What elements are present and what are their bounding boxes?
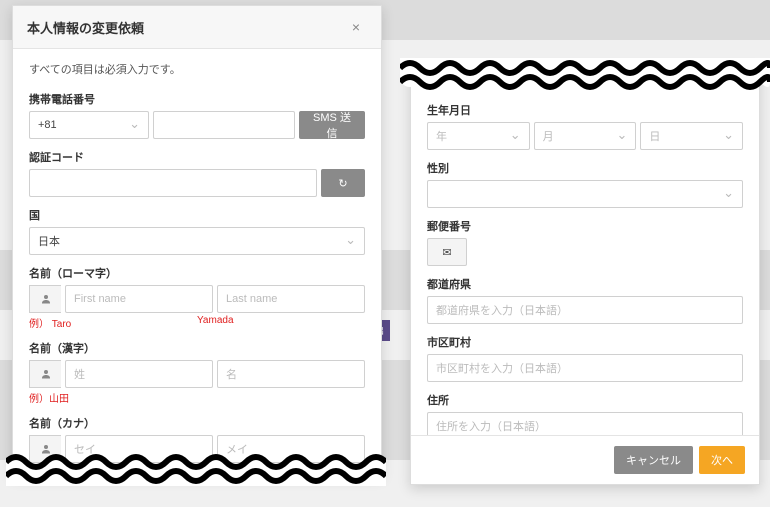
personal-info-modal-top: 本人情報の変更依頼 × すべての項目は必須入力です。 携帯電話番号 +81 SM… [12,5,382,475]
wave-decoration [400,58,770,92]
wave-decoration [6,452,386,486]
postal-mail-button[interactable]: ✉ [427,238,467,266]
name-kanji-label: 名前（漢字） [29,340,365,356]
modal-title: 本人情報の変更依頼 [27,18,144,37]
prefecture-label: 都道府県 [427,276,743,292]
next-button[interactable]: 次へ [699,446,745,474]
dob-day-select[interactable]: 日 [640,122,743,150]
person-icon [29,360,61,388]
dob-month-select[interactable]: 月 [534,122,637,150]
cancel-button[interactable]: キャンセル [614,446,693,474]
close-icon: × [352,19,360,35]
prefecture-input[interactable]: 都道府県を入力（日本語） [427,296,743,324]
name-kana-label: 名前（カナ） [29,415,365,431]
dial-code-select[interactable]: +81 [29,111,149,139]
code-input[interactable] [29,169,317,197]
first-name-kanji-input[interactable]: 名 [217,360,365,388]
country-select[interactable]: 日本 [29,227,365,255]
address-label: 住所 [427,392,743,408]
sms-send-button[interactable]: SMS 送信 [299,111,365,139]
postal-label: 郵便番号 [427,218,743,234]
gender-label: 性別 [427,160,743,176]
last-name-roman-input[interactable]: Last name [217,285,365,313]
city-label: 市区町村 [427,334,743,350]
dob-year-select[interactable]: 年 [427,122,530,150]
dob-label: 生年月日 [427,102,743,118]
person-icon [29,285,61,313]
modal-footer: キャンセル 次へ [411,435,759,484]
modal-header: 本人情報の変更依頼 × [13,6,381,49]
gender-select[interactable] [427,180,743,208]
code-label: 認証コード [29,149,365,165]
envelope-icon: ✉ [442,246,451,259]
first-name-roman-input[interactable]: First name [65,285,213,313]
last-name-kanji-input[interactable]: 姓 [65,360,213,388]
close-button[interactable]: × [345,16,367,38]
city-input[interactable]: 市区町村を入力（日本語） [427,354,743,382]
personal-info-modal-bottom: 生年月日 年 月 日 性別 郵便番号 ✉ 都道府県 都道府県を入力（日本語） 市… [410,65,760,485]
phone-label: 携帯電話番号 [29,91,365,107]
refresh-icon: ↻ [338,177,347,190]
name-roman-example: 例） Taro Yamada [29,315,365,330]
required-hint: すべての項目は必須入力です。 [29,61,365,77]
code-refresh-button[interactable]: ↻ [321,169,365,197]
name-roman-label: 名前（ローマ字） [29,265,365,281]
country-label: 国 [29,207,365,223]
phone-input[interactable] [153,111,295,139]
name-kanji-example: 例）山田 [29,390,365,405]
